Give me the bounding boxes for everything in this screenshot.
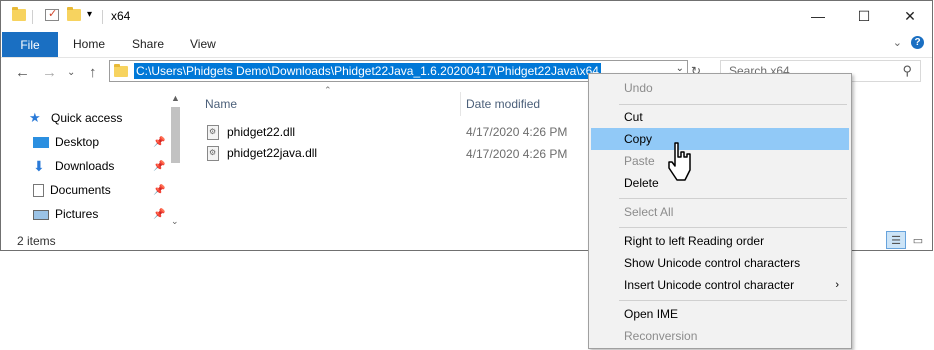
- help-icon[interactable]: ?: [911, 36, 924, 49]
- dll-file-icon: [207, 145, 219, 161]
- recent-locations-icon[interactable]: ⌄: [67, 67, 75, 78]
- sidebar-item-pictures[interactable]: Pictures: [33, 204, 98, 224]
- file-name: phidget22.dll: [227, 125, 296, 139]
- tab-home[interactable]: Home: [73, 37, 105, 51]
- divider: [32, 10, 33, 24]
- menu-item-cut[interactable]: Cut: [591, 106, 849, 128]
- file-row[interactable]: phidget22java.dll: [207, 144, 317, 162]
- pin-icon: 📌: [153, 137, 166, 148]
- folder-icon: [12, 7, 26, 21]
- menu-item-select-all[interactable]: Select All: [591, 201, 849, 223]
- folder-icon: [114, 64, 128, 77]
- address-path[interactable]: C:\Users\Phidgets Demo\Downloads\Phidget…: [134, 63, 601, 79]
- back-icon[interactable]: ←: [15, 64, 30, 81]
- sidebar-scrollbar[interactable]: ▲ ⌄: [168, 93, 183, 227]
- details-view-icon[interactable]: ☰: [886, 231, 906, 249]
- divider: [102, 10, 103, 24]
- menu-separator: [619, 227, 847, 228]
- download-icon: ⬇: [33, 158, 45, 174]
- sidebar-item-label: Quick access: [51, 111, 123, 125]
- scroll-down-icon[interactable]: ⌄: [171, 216, 179, 227]
- context-menu: Undo Cut Copy Paste Delete Select All Ri…: [588, 73, 852, 349]
- file-name: phidget22java.dll: [227, 146, 318, 160]
- sidebar-item-label: Documents: [50, 183, 111, 197]
- menu-separator: [619, 198, 847, 199]
- pin-icon: 📌: [153, 185, 166, 196]
- file-date: 4/17/2020 4:26 PM: [466, 125, 568, 139]
- sidebar-item-label: Downloads: [55, 159, 115, 173]
- expand-ribbon-icon[interactable]: ⌄: [893, 36, 902, 49]
- column-header-date-modified[interactable]: Date modified: [466, 97, 540, 111]
- star-icon: ★: [29, 110, 41, 125]
- scroll-up-icon[interactable]: ▲: [171, 93, 180, 103]
- ribbon: File Home Share View ⌄ ?: [1, 31, 932, 58]
- sidebar-item-documents[interactable]: Documents: [33, 180, 111, 200]
- file-row[interactable]: phidget22.dll: [207, 123, 295, 141]
- forward-icon[interactable]: →: [42, 64, 57, 81]
- menu-item-undo[interactable]: Undo: [591, 77, 849, 99]
- dll-file-icon: [207, 124, 219, 140]
- mouse-cursor-icon: [668, 142, 691, 181]
- maximize-button[interactable]: ☐: [841, 1, 887, 31]
- window-title: x64: [111, 9, 131, 23]
- menu-item-delete[interactable]: Delete: [591, 172, 849, 194]
- pin-icon: 📌: [153, 209, 166, 220]
- search-icon: ⚲: [902, 63, 912, 78]
- menu-item-reconversion[interactable]: Reconversion: [591, 325, 849, 347]
- large-icons-view-icon[interactable]: ▭: [908, 231, 928, 249]
- properties-icon[interactable]: [45, 7, 59, 21]
- tab-file[interactable]: File: [2, 32, 58, 57]
- menu-item-copy[interactable]: Copy: [591, 128, 849, 150]
- new-folder-icon[interactable]: [67, 7, 81, 21]
- column-header-name[interactable]: Name: [205, 97, 237, 111]
- pictures-icon: [33, 210, 49, 220]
- sidebar-item-label: Pictures: [55, 207, 99, 221]
- menu-item-paste[interactable]: Paste: [591, 150, 849, 172]
- menu-item-insert-unicode[interactable]: Insert Unicode control character ›: [591, 274, 849, 296]
- documents-icon: [33, 183, 44, 197]
- sort-ascending-icon: ⌃: [324, 85, 332, 95]
- menu-separator: [619, 104, 847, 105]
- desktop-icon: [33, 137, 49, 148]
- title-bar: ▾ x64 — ☐ ✕: [1, 1, 932, 31]
- menu-item-rtl-reading-order[interactable]: Right to left Reading order: [591, 230, 849, 252]
- navigation-pane: ★ Quick access Desktop 📌 ⬇ Downloads 📌 D…: [1, 89, 184, 229]
- sidebar-item-downloads[interactable]: ⬇ Downloads: [33, 156, 114, 176]
- menu-item-label: Insert Unicode control character: [624, 278, 795, 292]
- scrollbar-thumb[interactable]: [171, 107, 180, 163]
- close-button[interactable]: ✕: [887, 1, 933, 31]
- sidebar-item-desktop[interactable]: Desktop: [33, 132, 99, 152]
- menu-item-show-unicode[interactable]: Show Unicode control characters: [591, 252, 849, 274]
- menu-item-open-ime[interactable]: Open IME: [591, 303, 849, 325]
- up-icon[interactable]: ↑: [89, 64, 97, 81]
- customize-toolbar-icon[interactable]: ▾: [87, 9, 92, 20]
- tab-view[interactable]: View: [190, 37, 216, 51]
- pin-icon: 📌: [153, 161, 166, 172]
- column-divider[interactable]: [460, 92, 461, 116]
- minimize-button[interactable]: —: [795, 1, 841, 31]
- menu-separator: [619, 300, 847, 301]
- status-item-count: 2 items: [17, 234, 56, 248]
- sidebar-item-quick-access[interactable]: ★ Quick access: [29, 108, 122, 128]
- sidebar-item-label: Desktop: [55, 135, 100, 149]
- file-date: 4/17/2020 4:26 PM: [466, 147, 568, 161]
- tab-share[interactable]: Share: [132, 37, 164, 51]
- submenu-arrow-icon: ›: [835, 279, 839, 291]
